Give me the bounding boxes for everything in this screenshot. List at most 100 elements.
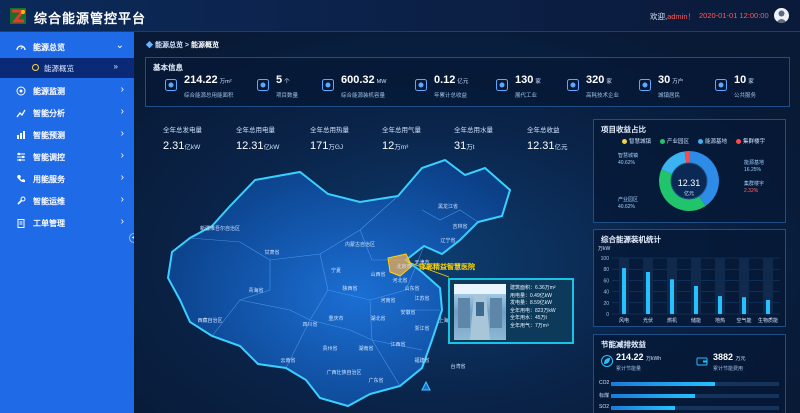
sidebar-item-work-orders[interactable]: 工单管理 › — [0, 212, 134, 234]
area-icon — [164, 78, 178, 92]
slice-label-base: 能源基地 16.25% — [744, 160, 765, 173]
bar-燃机[interactable] — [670, 279, 674, 314]
kpi-label: 综合能源总用能面积 — [184, 93, 234, 99]
slice-label-town: 智慧城镇 40.62% — [618, 153, 639, 166]
sidebar-item-energy-summary[interactable]: 能源概览» — [0, 58, 134, 78]
sidebar-item-smart-maintenance[interactable]: 智能运维 › — [0, 190, 134, 212]
stat-label: 全年总用热量 — [310, 127, 349, 134]
kpi-value: 10 家 — [734, 74, 754, 86]
avatar[interactable] — [774, 8, 789, 23]
emission-bar-track — [611, 382, 779, 386]
breadcrumb: ◆ 能源总览 > 能源概览 — [146, 42, 219, 49]
region-label: 河北省 — [392, 277, 407, 284]
y-tick-label: 0 — [606, 312, 609, 318]
hospital-label[interactable]: 邯郸精益智慧医院 — [419, 262, 475, 272]
kpi-value: 0.12 亿元 — [434, 74, 469, 86]
region-label: 湖北省 — [370, 315, 385, 322]
legend-swatch — [736, 139, 741, 145]
y-tick-label: 80 — [603, 267, 609, 273]
bar-空气能[interactable] — [742, 297, 746, 314]
kpi-card: 30 万户 城镇居民 — [638, 74, 710, 102]
panel-title: 节能减排效益 — [601, 340, 646, 349]
kpi-card: 320 家高耗技术企业 — [566, 74, 638, 102]
breadcrumb-current: 能源概览 — [190, 42, 219, 49]
region-label: 辽宁省 — [440, 237, 455, 244]
hainan-shape — [421, 380, 431, 391]
stat-label: 全年总发电量 — [163, 127, 202, 134]
annual-stat: 全年总发电量 2.31亿kW — [163, 124, 202, 152]
x-tick-label: 风电 — [619, 317, 629, 324]
emission-row: CO2 — [594, 380, 787, 390]
people-icon — [638, 78, 652, 92]
clipboard-icon — [17, 219, 25, 228]
kpi-card: 5 个项目数量 — [256, 74, 328, 102]
tools-icon — [17, 196, 26, 205]
app-title: 综合能源管控平台 — [34, 11, 147, 26]
sidebar-item-energy-service[interactable]: 用能服务 › — [0, 168, 134, 190]
sidebar-item-energy-monitor[interactable]: 能源监测 › — [0, 80, 134, 102]
region-label: 四川省 — [302, 321, 317, 328]
annual-stat: 全年总用热量 171万GJ — [310, 124, 349, 152]
legend-item: 产业园区 — [660, 137, 689, 145]
emission-bar-track — [611, 394, 779, 398]
sliders-icon — [17, 152, 25, 162]
emission-bar-fill — [611, 382, 716, 386]
emission-bar-fill — [611, 406, 675, 410]
region-label: 安徽省 — [400, 309, 415, 316]
analysis-icon — [16, 109, 26, 118]
stat-label: 全年总用电量 — [236, 127, 275, 134]
service-icon — [714, 78, 728, 92]
app-logo-icon — [10, 8, 27, 24]
region-label: 贵州省 — [322, 345, 337, 352]
donut-center-value: 12.31 — [677, 178, 701, 188]
kpi-unit: 家 — [748, 79, 754, 85]
kpi-unit: 万m² — [219, 79, 232, 85]
x-tick-label: 空气能 — [736, 317, 751, 324]
region-label: 陕西省 — [342, 285, 357, 292]
x-tick-label: 储能 — [691, 317, 701, 324]
region-label: 山东省 — [404, 285, 419, 292]
sidebar-item-smart-forecast[interactable]: 智能预测 › — [0, 124, 134, 146]
kpi-label: 年累计总收益 — [434, 93, 468, 99]
breadcrumb-root[interactable]: 能源总览 — [155, 42, 183, 49]
legend-swatch — [622, 139, 627, 145]
total-saving-label: 累计节能量 — [616, 366, 642, 372]
panel-title: 基本信息 — [153, 63, 183, 72]
bar-地热[interactable] — [718, 296, 722, 314]
kpi-unit: 万户 — [672, 79, 684, 85]
kpi-label: 项目数量 — [276, 93, 299, 99]
emission-bar-track — [611, 406, 779, 410]
hospital-info-line: 发电量：8.59亿kW — [510, 300, 552, 307]
kpi-label: 高耗技术企业 — [586, 93, 620, 99]
kpi-label: 展代工业 — [515, 93, 538, 99]
sidebar-item-smart-analysis[interactable]: 智能分析 › — [0, 102, 134, 124]
kpi-unit: MW — [376, 79, 387, 85]
legend-item: 能源基地 — [698, 137, 727, 145]
welcome-text: 欢迎,admin！ — [650, 12, 696, 21]
region-label: 河南省 — [380, 297, 395, 304]
annual-stat: 全年总用水量 31万t — [454, 124, 493, 152]
kpi-card: 214.22 万m² 综合能源总用能面积 — [164, 74, 236, 102]
sidebar-item-energy-overview[interactable]: 能源总览 ⌄ — [0, 36, 134, 58]
slice-label-park: 产业园区 40.62% — [618, 197, 639, 210]
bar-光伏[interactable] — [646, 272, 650, 314]
region-label: 吉林省 — [452, 223, 467, 230]
hospital-popup: 建筑面积：6.36万m² 用电量：0.49亿kW 发电量：8.59亿kW 全年用电：8… — [448, 278, 574, 344]
chevron-right-icon: › — [120, 150, 124, 161]
monitor-icon — [16, 86, 26, 96]
building-icon — [566, 78, 580, 92]
factory-icon — [495, 78, 509, 92]
region-label: 青海省 — [248, 287, 263, 294]
bar-风电[interactable] — [622, 268, 626, 314]
bar-储能[interactable] — [694, 286, 698, 314]
bar-生物质能[interactable] — [766, 300, 770, 314]
region-label: 甘肃省 — [264, 249, 279, 256]
emission-name: SO2 — [599, 404, 610, 410]
stat-label: 全年总收益 — [527, 127, 560, 134]
annual-stat: 全年总收益 12.31亿元 — [527, 124, 568, 152]
legend-item: 集群楼宇 — [736, 137, 765, 145]
sidebar-item-smart-control[interactable]: 智能调控 › — [0, 146, 134, 168]
hospital-info-line: 建筑面积：6.36万m² — [510, 285, 556, 291]
chevron-down-icon: ⌄ — [115, 40, 124, 51]
y-tick-label: 40 — [603, 290, 609, 296]
